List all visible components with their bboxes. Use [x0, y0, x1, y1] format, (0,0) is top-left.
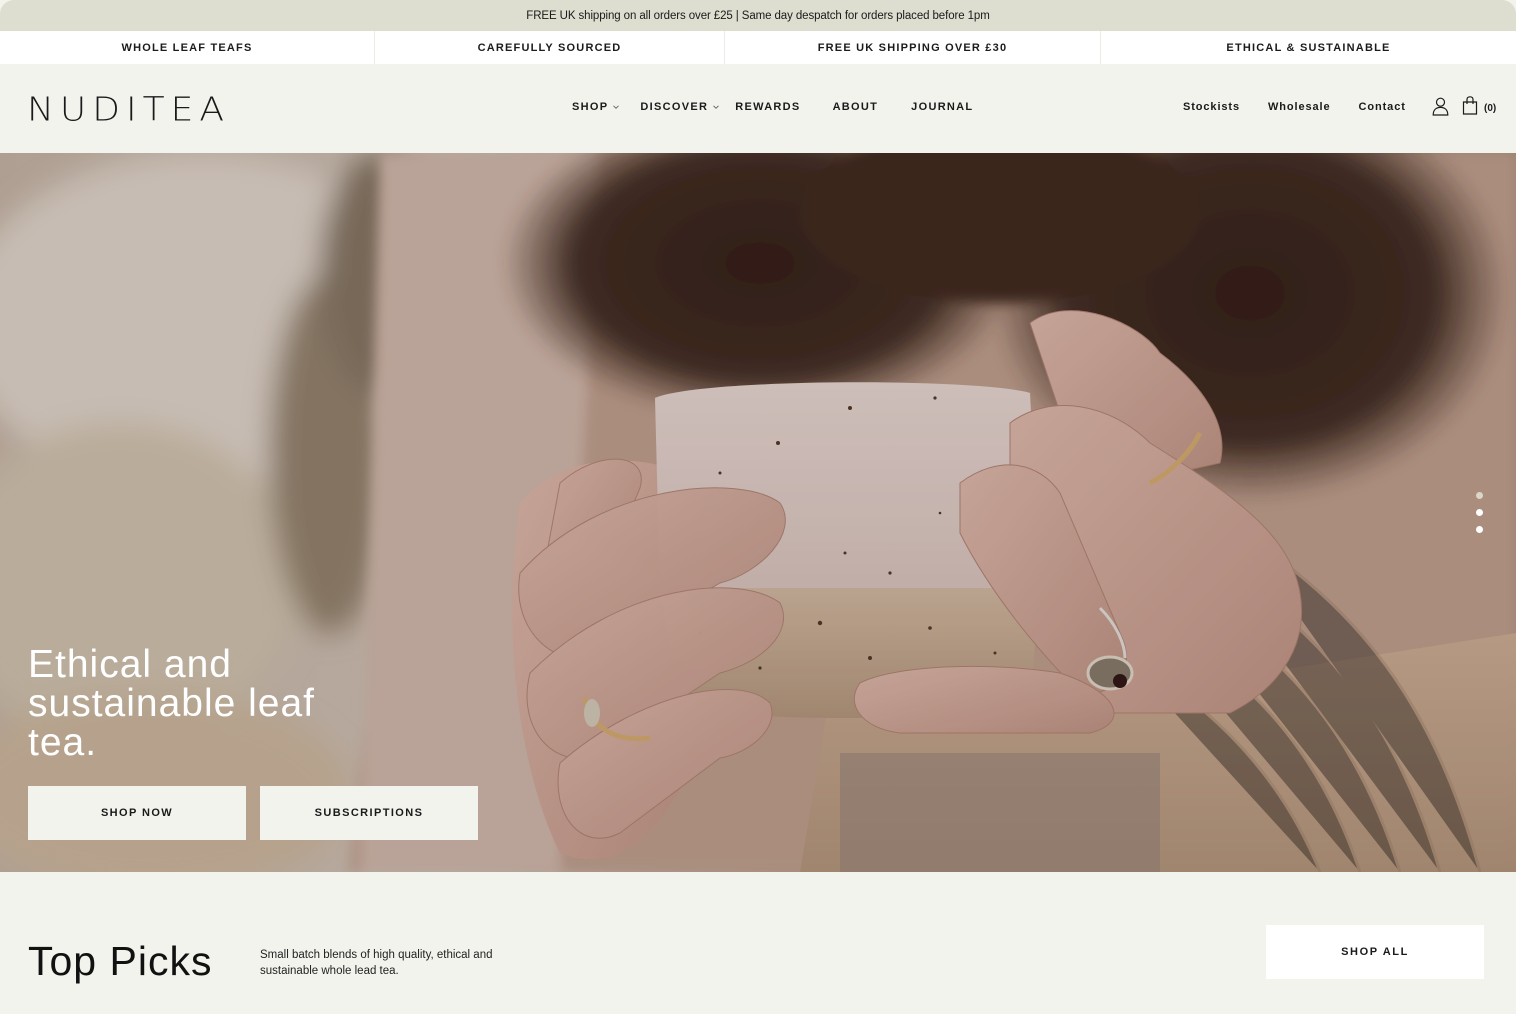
announcement-bar: FREE UK shipping on all orders over £25 … — [0, 0, 1516, 31]
nav-item-wholesale[interactable]: Wholesale — [1268, 101, 1331, 113]
usp-item: CAREFULLY SOURCED — [375, 31, 725, 64]
shopping-bag-icon[interactable] — [1462, 96, 1478, 115]
user-icon[interactable] — [1432, 97, 1449, 116]
usp-bar: WHOLE LEAF TEAFS CAREFULLY SOURCED FREE … — [0, 31, 1516, 64]
nav-item-journal[interactable]: JOURNAL — [911, 101, 973, 113]
hero-title: Ethical and sustainable leaf tea. — [28, 643, 316, 764]
nav-item-discover[interactable]: DISCOVER — [640, 101, 720, 113]
nav-item-contact[interactable]: Contact — [1359, 101, 1406, 113]
shop-now-button[interactable]: SHOP NOW — [28, 786, 246, 840]
shop-all-button[interactable]: SHOP ALL — [1266, 925, 1484, 979]
section-title: Top Picks — [28, 938, 213, 984]
top-picks-section: Top Picks Small batch blends of high qua… — [0, 872, 1516, 1014]
site-header: NUDITEA SHOP DISCOVER REWARDS ABOUT JOUR… — [0, 64, 1516, 153]
logo[interactable]: NUDITEA — [27, 91, 230, 129]
slide-dot-2[interactable] — [1476, 509, 1483, 516]
section-description: Small batch blends of high quality, ethi… — [260, 949, 493, 977]
chevron-down-icon — [713, 104, 720, 110]
nav-item-rewards[interactable]: REWARDS — [735, 101, 800, 113]
hero-image — [0, 153, 1516, 872]
nav-item-shop[interactable]: SHOP — [572, 101, 620, 113]
secondary-nav: Stockists Wholesale Contact — [1183, 101, 1434, 113]
nav-item-stockists[interactable]: Stockists — [1183, 101, 1240, 113]
slide-dot-3[interactable] — [1476, 526, 1483, 533]
nav-item-about[interactable]: ABOUT — [833, 101, 879, 113]
usp-item: ETHICAL & SUSTAINABLE — [1226, 41, 1391, 54]
chevron-down-icon — [613, 104, 620, 110]
slide-pagination — [1476, 492, 1483, 543]
nav-label: SHOP — [572, 101, 609, 113]
subscriptions-button[interactable]: SUBSCRIPTIONS — [260, 786, 478, 840]
slide-dot-1[interactable] — [1476, 492, 1483, 499]
usp-item: WHOLE LEAF TEAFS — [0, 31, 375, 64]
usp-item: FREE UK SHIPPING OVER £30 — [725, 31, 1101, 64]
hero-banner: Ethical and sustainable leaf tea. — [0, 153, 1516, 872]
announcement-text: FREE UK shipping on all orders over £25 … — [526, 9, 990, 22]
main-nav: SHOP DISCOVER REWARDS ABOUT JOURNAL — [572, 101, 973, 113]
nav-label: DISCOVER — [640, 101, 709, 113]
cart-count[interactable]: (0) — [1484, 103, 1496, 114]
